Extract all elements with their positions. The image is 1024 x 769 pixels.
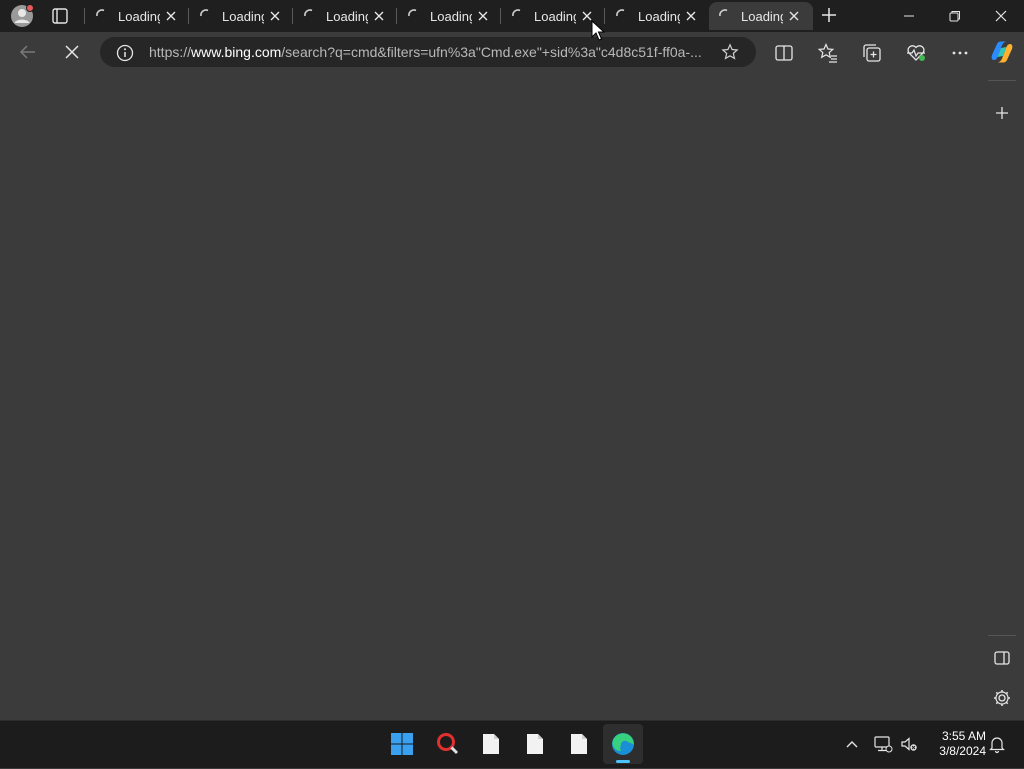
document-icon [571,734,587,754]
url-path: /search?q=cmd&filters=ufn%3a"Cmd.exe"+si… [281,44,702,60]
loading-spinner-icon [304,9,313,17]
minimize-icon [904,15,914,17]
restore-icon [949,11,960,22]
hide-sidebar-icon[interactable] [991,647,1013,669]
close-tab-icon[interactable] [372,9,386,23]
tab-label: Loading [118,9,160,24]
tab-separator [84,8,85,24]
plus-icon [822,8,836,22]
close-icon [995,10,1007,22]
stop-icon [65,45,79,59]
tab-label: Loading [430,9,472,24]
close-tab-icon[interactable] [787,9,801,23]
plus-icon [996,107,1008,119]
loading-spinner-icon [200,9,209,17]
tab-label: Loading [326,9,368,24]
tab-separator [188,8,189,24]
loading-spinner-icon [719,9,728,17]
page-content-area[interactable] [0,72,986,720]
new-tab-button[interactable] [819,5,839,25]
loading-spinner-icon [512,9,521,17]
search-button[interactable] [427,724,467,764]
copilot-icon[interactable] [988,38,1016,66]
tab-1[interactable]: Loading [86,2,190,30]
sidebar-divider [988,80,1016,81]
site-info-icon[interactable] [116,44,134,62]
windows-logo-icon [391,733,413,755]
url-prefix: https:// [149,44,192,60]
url-domain: www.bing.com [191,44,282,60]
stop-loading-button[interactable] [58,38,86,66]
tab-2[interactable]: Loading [190,2,294,30]
search-icon [437,733,459,755]
edge-sidebar [986,72,1024,720]
tab-label: Loading [534,9,576,24]
close-tab-icon[interactable] [684,9,698,23]
browser-essentials-icon[interactable] [905,42,927,64]
minimize-button[interactable] [886,0,932,32]
split-screen-icon[interactable] [773,42,795,64]
close-window-button[interactable] [978,0,1024,32]
start-button[interactable] [382,724,422,764]
restore-button[interactable] [932,0,978,32]
favorites-icon[interactable] [817,42,839,64]
tab-separator [292,8,293,24]
clock-date: 3/8/2024 [939,744,986,758]
settings-more-icon[interactable] [949,42,971,64]
close-tab-icon[interactable] [476,9,490,23]
tab-3[interactable]: Loading [294,2,398,30]
taskbar-file-1[interactable] [471,724,511,764]
clock-time: 3:55 AM [941,729,986,743]
system-clock[interactable]: 3:55 AM 3/8/2024 [926,729,986,759]
windows-taskbar [0,720,1024,768]
document-icon [527,734,543,754]
tab-label: Loading [741,9,783,24]
document-icon [483,734,499,754]
address-bar[interactable]: https://www.bing.com/search?q=cmd&filter… [100,37,756,67]
loading-spinner-icon [408,9,417,17]
tab-separator [500,8,501,24]
loading-spinner-icon [616,9,625,17]
collections-icon[interactable] [861,42,883,64]
back-arrow-icon [19,45,35,59]
taskbar-file-3[interactable] [559,724,599,764]
taskbar-file-2[interactable] [515,724,555,764]
favorite-star-icon[interactable] [721,43,739,61]
volume-muted-icon[interactable] [899,734,919,754]
sidebar-settings-gear-icon[interactable] [991,687,1013,709]
tab-actions-icon[interactable] [50,6,70,26]
tab-label: Loading [222,9,264,24]
tab-4[interactable]: Loading [398,2,502,30]
taskbar-edge[interactable] [603,724,643,764]
active-app-indicator [616,760,630,763]
tab-6[interactable]: Loading [606,2,710,30]
close-tab-icon[interactable] [268,9,282,23]
url-text[interactable]: https://www.bing.com/search?q=cmd&filter… [149,44,709,60]
loading-spinner-icon [96,9,105,17]
sidebar-divider [988,635,1016,636]
network-icon[interactable] [873,734,893,754]
tab-label: Loading [638,9,680,24]
tab-7-active[interactable]: Loading [709,2,813,30]
show-hidden-icons-chevron-up-icon[interactable] [842,734,862,754]
tab-separator [396,8,397,24]
mouse-cursor-icon [591,19,606,47]
edge-browser-icon [612,733,634,755]
profile-avatar-icon[interactable] [10,4,34,28]
sidebar-add-button[interactable] [991,102,1013,124]
back-button[interactable] [14,38,42,66]
close-tab-icon[interactable] [164,9,178,23]
notifications-bell-icon[interactable] [987,734,1007,754]
